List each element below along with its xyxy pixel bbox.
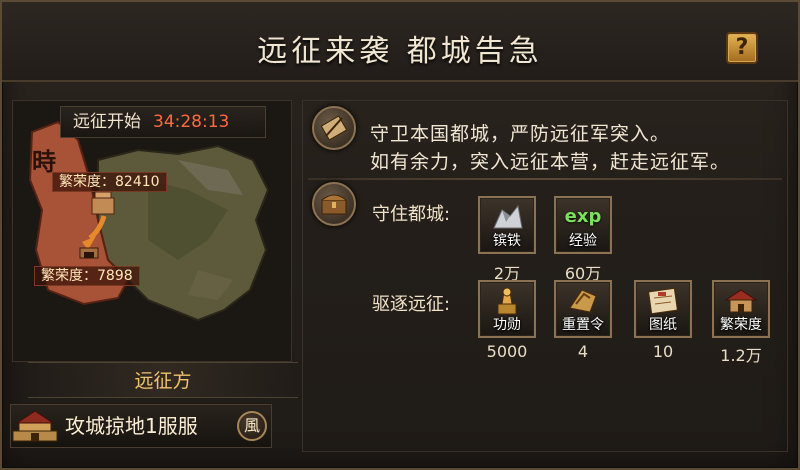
merit-icon bbox=[497, 287, 517, 315]
base-prosperity-tag: 繁荣度：7898 bbox=[34, 266, 140, 286]
capital-prosperity-tag: 繁荣度：82410 bbox=[52, 172, 167, 192]
exp-icon: exp bbox=[564, 206, 602, 227]
reward-exp-name: 经验 bbox=[569, 233, 597, 249]
expedition-dialog: 远征来袭 都城告急 ? 時 繁荣度：82410 繁荣度：7898 远征开始 34:… bbox=[0, 0, 800, 470]
reward-iron-name: 镔铁 bbox=[493, 233, 521, 249]
defend-label: 守住都城: bbox=[372, 204, 451, 225]
dialog-title: 远征来袭 都城告急 bbox=[257, 34, 543, 69]
reward-exp[interactable]: exp 经验 bbox=[554, 196, 612, 254]
expedition-timer: 远征开始 34:28:13 bbox=[60, 106, 266, 138]
reward-prosperity-count: 1.2万 bbox=[720, 346, 762, 365]
intro-text: 守卫本国都城，严防远征军突入。 如有余力，突入远征本营，赶走远征军。 bbox=[370, 120, 790, 176]
title-bar: 远征来袭 都城告急 ? bbox=[2, 2, 798, 82]
divider bbox=[308, 178, 782, 180]
timer-label: 远征开始 bbox=[73, 112, 141, 132]
palace-icon bbox=[12, 410, 58, 442]
expedition-side-label: 远征方 bbox=[28, 362, 298, 398]
reward-reset-token-name: 重置令 bbox=[562, 317, 604, 333]
reward-blueprint-count: 10 bbox=[652, 342, 674, 361]
server-name: 攻城掠地1服服 bbox=[65, 414, 198, 438]
prosperity-icon bbox=[724, 289, 758, 313]
server-faction-badge: 風 bbox=[237, 411, 267, 441]
reward-reset-token[interactable]: 重置令 bbox=[554, 280, 612, 338]
reward-merit-count: 5000 bbox=[486, 342, 528, 361]
reward-merit-name: 功勋 bbox=[493, 317, 521, 333]
reward-merit[interactable]: 功勋 bbox=[478, 280, 536, 338]
blueprint-icon bbox=[648, 287, 678, 315]
timer-value: 34:28:13 bbox=[153, 112, 230, 132]
reset-token-icon bbox=[569, 289, 597, 313]
reward-blueprint-name: 图纸 bbox=[649, 317, 677, 333]
iron-icon bbox=[493, 204, 523, 229]
expedition-map bbox=[28, 120, 270, 322]
help-button[interactable]: ? bbox=[726, 32, 758, 64]
reward-reset-token-count: 4 bbox=[577, 342, 589, 361]
reward-prosperity[interactable]: 繁荣度 bbox=[712, 280, 770, 338]
reward-iron[interactable]: 镔铁 bbox=[478, 196, 536, 254]
reward-blueprint[interactable]: 图纸 bbox=[634, 280, 692, 338]
scroll-icon bbox=[312, 106, 356, 150]
intro-line-1: 守卫本国都城，严防远征军突入。 bbox=[370, 123, 671, 145]
intro-line-2: 如有余力，突入远征本营，赶走远征军。 bbox=[370, 151, 731, 173]
server-row[interactable]: 攻城掠地1服服 風 bbox=[10, 404, 272, 448]
treasure-chest-icon bbox=[312, 182, 356, 226]
reward-prosperity-name: 繁荣度 bbox=[720, 317, 762, 333]
expel-label: 驱逐远征: bbox=[372, 294, 451, 315]
